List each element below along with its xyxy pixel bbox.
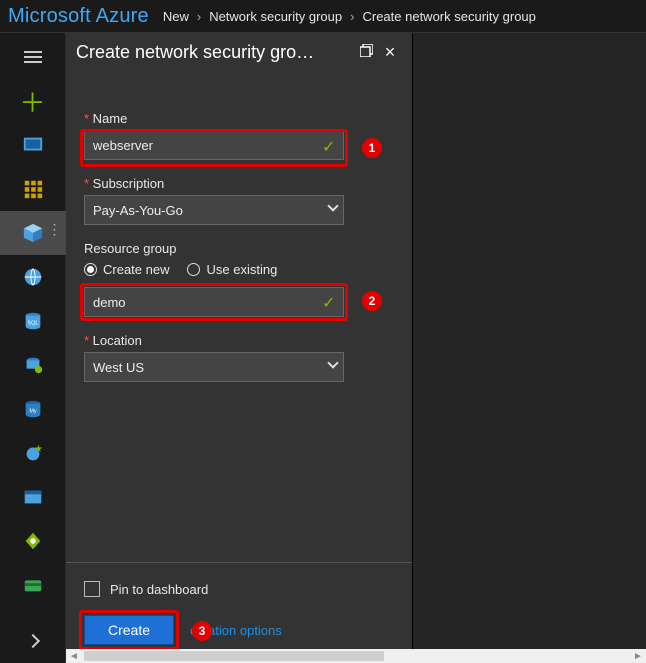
name-field: Name ✓ 1 [84,111,394,160]
pin-to-dashboard-checkbox[interactable] [84,581,100,597]
svg-text:SQL: SQL [27,321,38,327]
nav-sql[interactable]: SQL [0,299,66,343]
nav-virtual-machines[interactable]: My [0,387,66,431]
close-icon: × [385,42,396,62]
breadcrumb-item[interactable]: Network security group [209,9,342,24]
chevron-right-icon: › [350,9,354,24]
location-field: Location West US [84,333,394,382]
globe-sparkle-icon [22,442,44,464]
valid-check-icon: ✓ [322,293,335,313]
create-nsg-blade: Create network security gro… × Name ✓ 1 [66,33,412,663]
location-value: West US [93,360,144,375]
chevron-right-icon [25,634,39,648]
resource-group-name-field: ✓ 2 [84,287,394,317]
nav-web[interactable] [0,255,66,299]
breadcrumb-item[interactable]: New [163,9,189,24]
close-blade-button[interactable]: × [378,42,402,63]
scrollbar-thumb[interactable] [84,651,384,661]
radio-on-icon [84,263,97,276]
chevron-down-icon [327,200,338,211]
horizontal-scrollbar[interactable]: ◄ ► [66,649,646,663]
blade-title: Create network security gro… [76,42,354,63]
blade-header: Create network security gro… × [66,33,412,73]
nav-networking[interactable] [0,519,66,563]
billing-icon [22,574,44,596]
more-icon[interactable]: ⋮ [48,227,62,231]
resource-group-input[interactable] [84,287,344,317]
radio-off-icon [187,263,200,276]
brand-logo[interactable]: Microsoft Azure [8,5,149,28]
restore-window-button[interactable] [354,44,378,61]
nav-billing[interactable] [0,563,66,607]
plus-icon: ＋ [19,83,45,120]
grid-icon [22,178,44,200]
subscription-value: Pay-As-You-Go [93,203,183,218]
resource-group-field: Resource group Create new Use existing [84,241,394,277]
mysql-database-icon: My [22,398,44,420]
radio-use-existing[interactable]: Use existing [187,262,277,277]
name-label: Name [84,111,394,126]
annotation-callout: 2 [362,291,382,311]
name-input[interactable] [84,130,344,160]
nav-dashboard[interactable] [0,123,66,167]
nav-new-button[interactable]: ＋ [0,79,66,123]
nav-expand-button[interactable] [0,619,66,663]
dashboard-icon [22,134,44,156]
location-label: Location [84,333,394,348]
annotation-callout: 3 [192,621,212,641]
cloud-database-icon [22,354,44,376]
workspace-background [412,33,646,663]
create-button[interactable]: Create [84,615,174,645]
scroll-left-arrow-icon[interactable]: ◄ [66,649,82,663]
browser-icon [22,486,44,508]
top-bar: Microsoft Azure New › Network security g… [0,0,646,33]
radio-create-new[interactable]: Create new [84,262,169,277]
breadcrumb-item[interactable]: Create network security group [362,9,535,24]
svg-text:My: My [29,409,37,415]
nav-menu-button[interactable] [0,35,66,79]
nav-all-resources[interactable] [0,167,66,211]
cube-icon [22,222,44,244]
radio-create-new-label: Create new [103,262,169,277]
chevron-down-icon [327,357,338,368]
restore-window-icon [360,44,373,57]
blade-footer: Pin to dashboard Create 3 omation option… [66,562,412,663]
scroll-right-arrow-icon[interactable]: ► [630,649,646,663]
annotation-callout: 1 [362,138,382,158]
network-icon [22,530,44,552]
valid-check-icon: ✓ [322,137,335,157]
hamburger-icon [24,48,42,66]
pin-to-dashboard-label: Pin to dashboard [110,582,208,597]
sql-database-icon: SQL [22,310,44,332]
nav-storage[interactable] [0,475,66,519]
nav-app-services[interactable] [0,431,66,475]
subscription-select[interactable]: Pay-As-You-Go [84,195,344,225]
radio-use-existing-label: Use existing [206,262,277,277]
nav-resource-groups[interactable]: ⋮ [0,211,66,255]
nav-cloud-services[interactable] [0,343,66,387]
left-nav-rail: ＋ ⋮ SQL My [0,33,66,663]
resource-group-label: Resource group [84,241,394,256]
location-select[interactable]: West US [84,352,344,382]
subscription-field: Subscription Pay-As-You-Go [84,176,394,225]
subscription-label: Subscription [84,176,394,191]
globe-icon [22,266,44,288]
chevron-right-icon: › [197,9,201,24]
